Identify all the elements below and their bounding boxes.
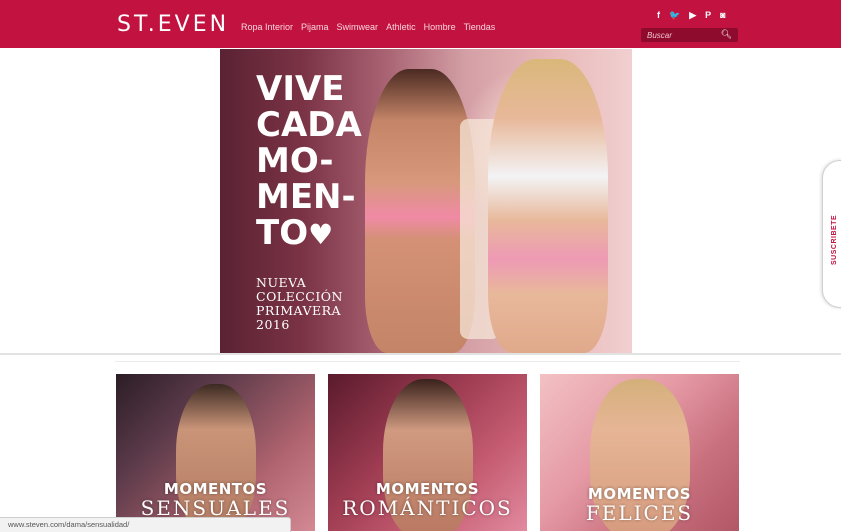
- pinterest-icon[interactable]: P: [705, 10, 711, 20]
- youtube-icon[interactable]: ▶: [689, 10, 696, 20]
- main-nav: Ropa Interior Pijama Swimwear Athletic H…: [241, 22, 495, 32]
- section-divider-thin: [115, 361, 740, 362]
- headline-line-5-text: TO: [256, 213, 309, 253]
- facebook-icon[interactable]: f: [657, 10, 660, 20]
- search-box: 🔍︎: [641, 28, 738, 42]
- hero-model-right: [488, 59, 608, 353]
- headline-line-3: MO-: [256, 141, 334, 181]
- subscribe-label: SUSCRIBETE: [831, 214, 838, 265]
- collection-line-4: 2016: [256, 317, 290, 332]
- nav-item-pijama[interactable]: Pijama: [301, 22, 329, 32]
- subscribe-tab[interactable]: SUSCRIBETE: [822, 160, 841, 308]
- hero-model-left: [365, 69, 475, 353]
- hero-collection-text: NUEVA COLECCIÓN PRIMAVERA 2016: [256, 276, 343, 332]
- card-momentos-sensuales[interactable]: MOMENTOS SENSUALES: [116, 374, 315, 531]
- hero-headline: VIVE CADA MO- MEN- TO♥: [256, 69, 362, 253]
- hero-banner[interactable]: VIVE CADA MO- MEN- TO♥ NUEVA COLECCIÓN P…: [220, 49, 632, 353]
- social-links: f 🐦 ▶ P ◙: [657, 10, 726, 20]
- collection-line-3: PRIMAVERA: [256, 303, 342, 318]
- search-input[interactable]: [647, 29, 717, 41]
- card-title: MOMENTOS ROMÁNTICOS: [328, 480, 527, 520]
- nav-item-hombre[interactable]: Hombre: [424, 22, 456, 32]
- section-divider: [0, 353, 841, 355]
- collection-line-2: COLECCIÓN: [256, 289, 343, 304]
- card-momentos-romanticos[interactable]: MOMENTOS ROMÁNTICOS: [328, 374, 527, 531]
- card-momentos-felices[interactable]: MOMENTOS FELICES: [540, 374, 739, 531]
- nav-item-ropa-interior[interactable]: Ropa Interior: [241, 22, 293, 32]
- logo[interactable]: ST.EVEN: [117, 12, 229, 37]
- header-bar: ST.EVEN Ropa Interior Pijama Swimwear At…: [0, 0, 841, 48]
- headline-line-1: VIVE: [256, 69, 345, 109]
- nav-item-athletic[interactable]: Athletic: [386, 22, 416, 32]
- card-title: MOMENTOS FELICES: [540, 485, 739, 525]
- card-title-line-2: FELICES: [585, 501, 694, 525]
- card-title-line-2: ROMÁNTICOS: [342, 496, 513, 520]
- heart-icon: ♥: [308, 218, 334, 251]
- nav-item-swimwear[interactable]: Swimwear: [337, 22, 379, 32]
- twitter-icon[interactable]: 🐦: [669, 10, 680, 20]
- headline-line-4: MEN-: [256, 177, 356, 217]
- collection-line-1: NUEVA: [256, 275, 307, 290]
- headline-line-2: CADA: [256, 105, 362, 145]
- nav-item-tiendas[interactable]: Tiendas: [464, 22, 496, 32]
- search-icon[interactable]: 🔍︎: [721, 29, 732, 40]
- instagram-icon[interactable]: ◙: [720, 10, 725, 20]
- browser-status-bar: www.steven.com/dama/sensualidad/: [0, 517, 291, 532]
- card-title: MOMENTOS SENSUALES: [116, 480, 315, 520]
- status-url: www.steven.com/dama/sensualidad/: [8, 520, 130, 529]
- headline-line-5: TO♥: [256, 215, 346, 253]
